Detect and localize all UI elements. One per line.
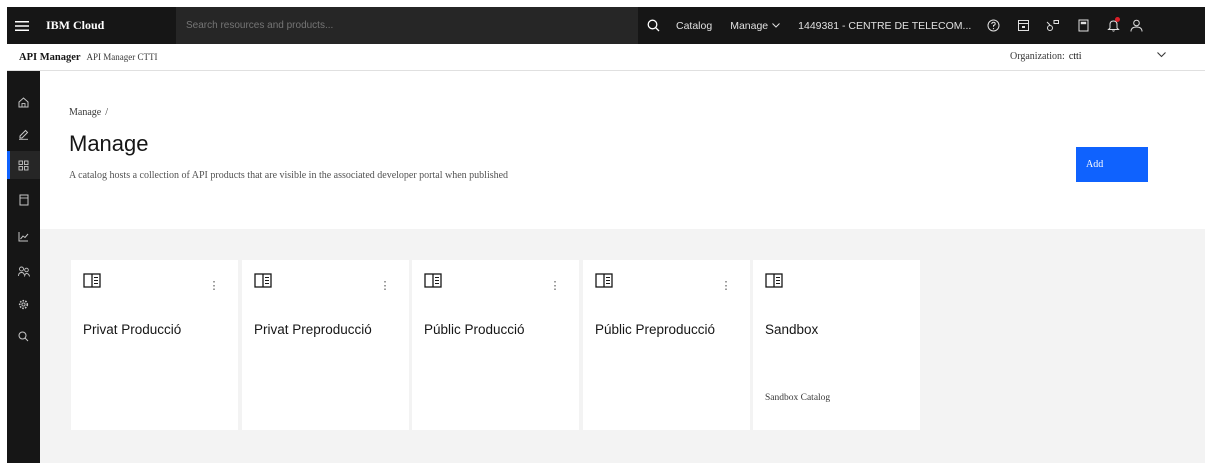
catalog-icon [424, 273, 442, 288]
top-bar: IBM Cloud Catalog Manage 1449381 - CENTR… [0, 0, 1205, 44]
product-name[interactable]: API Manager [19, 52, 81, 63]
organization-value: ctti [1068, 51, 1082, 62]
catalog-grid: ⋮ Privat Producció ⋮ Privat Preproducció… [40, 229, 1205, 463]
overflow-menu-icon[interactable]: ⋮ [380, 278, 391, 292]
catalog-icon [83, 273, 101, 288]
catalog-title: Privat Preproducció [254, 322, 372, 337]
breadcrumb-manage-link[interactable]: Manage [69, 107, 101, 118]
analytics-icon[interactable] [7, 222, 40, 250]
catalog-icon [254, 273, 272, 288]
settings-icon[interactable] [7, 290, 40, 318]
page-description: A catalog hosts a collection of API prod… [69, 170, 509, 181]
product-instance: API Manager CTTI [86, 52, 158, 62]
catalog-title: Públic Preproducció [595, 322, 716, 337]
help-icon[interactable] [978, 7, 1008, 44]
masthead: IBM Cloud Catalog Manage 1449381 - CENTR… [7, 7, 1205, 44]
catalog-title: Públic Producció [424, 322, 525, 337]
catalog-icon [765, 273, 783, 288]
page-header: Manage / Manage A catalog hosts a collect… [40, 72, 1205, 229]
catalog-card[interactable]: ⋮ Públic Preproducció [583, 260, 750, 430]
catalog-card[interactable]: Sandbox Sandbox Catalog [753, 260, 920, 430]
catalog-icon [595, 273, 613, 288]
calculator-icon[interactable] [1068, 7, 1098, 44]
account-switcher[interactable]: 1449381 - CENTRE DE TELECOM... [798, 20, 978, 32]
members-icon[interactable] [7, 257, 40, 285]
organization-selector[interactable]: Organization: ctti [1010, 51, 1082, 62]
manage-menu[interactable]: Manage [730, 19, 781, 32]
overflow-menu-icon[interactable]: ⋮ [721, 278, 732, 292]
hamburger-menu-icon[interactable] [7, 7, 37, 44]
drafts-icon[interactable] [7, 186, 40, 214]
chevron-down-icon [772, 23, 781, 28]
add-catalog-button[interactable]: Add [1076, 147, 1148, 182]
overflow-menu-icon[interactable]: ⋮ [209, 278, 220, 292]
catalog-card[interactable]: ⋮ Privat Preproducció [242, 260, 409, 430]
page-title: Manage [69, 131, 149, 156]
catalog-card[interactable]: ⋮ Privat Producció [71, 260, 238, 430]
manage-menu-label: Manage [730, 19, 769, 32]
product-header: API Manager API Manager CTTI Organizatio… [7, 44, 1205, 71]
catalog-card[interactable]: ⋮ Públic Producció [412, 260, 579, 430]
user-avatar-icon[interactable] [1128, 7, 1144, 44]
left-navigation [7, 71, 40, 463]
cost-estimator-icon[interactable] [1008, 7, 1038, 44]
search-input[interactable] [186, 20, 638, 31]
breadcrumb: Manage / [69, 107, 108, 118]
chevron-down-icon[interactable] [1157, 52, 1166, 58]
catalog-link[interactable]: Catalog [676, 20, 712, 32]
catalog-title: Sandbox [765, 322, 819, 337]
edit-icon[interactable] [7, 120, 40, 148]
home-icon[interactable] [7, 88, 40, 116]
manage-icon[interactable] [7, 151, 40, 179]
catalog-description: Sandbox Catalog [765, 393, 831, 403]
brand-logo[interactable]: IBM Cloud [46, 18, 176, 33]
organization-label: Organization: [1010, 51, 1065, 62]
breadcrumb-separator: / [105, 107, 108, 118]
global-search[interactable] [176, 7, 638, 44]
search-icon[interactable] [7, 322, 40, 350]
catalog-title: Privat Producció [83, 322, 182, 337]
overflow-menu-icon[interactable]: ⋮ [550, 278, 561, 292]
notification-icon[interactable] [1098, 7, 1128, 44]
search-icon[interactable] [638, 7, 668, 44]
main-content: Manage / Manage A catalog hosts a collect… [40, 72, 1205, 463]
switcher-icon[interactable] [1038, 7, 1068, 44]
